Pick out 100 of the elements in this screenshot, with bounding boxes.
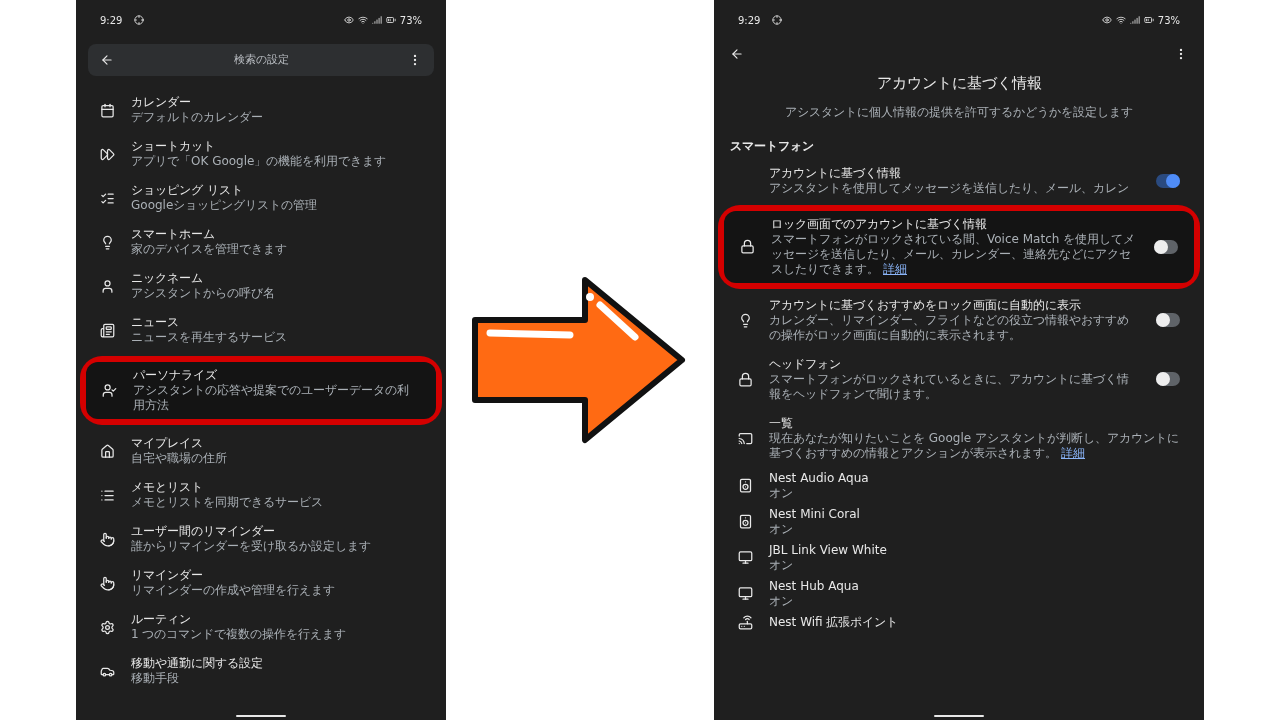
setting-title: ヘッドフォン <box>769 356 842 372</box>
device-row[interactable]: Nest Audio Aqua オン <box>722 467 1196 504</box>
device-row[interactable]: JBL Link View White オン <box>722 539 1196 576</box>
clock: 9:29 <box>100 13 123 28</box>
settings-item[interactable]: ルーティン 1 つのコマンドで複数の操作を行えます <box>84 606 438 648</box>
item-title: スマートホーム <box>131 227 216 242</box>
battery-icon <box>1143 15 1154 25</box>
setting-description: スマートフォンがロックされているときに、アカウントに基づく情報をヘッドフォンで聞けます。 <box>769 371 1130 402</box>
details-link[interactable]: 詳細 <box>883 261 907 276</box>
settings-item[interactable]: ニュース ニュースを再生するサービス <box>84 309 438 351</box>
page-description: アシスタントに個人情報の提供を許可するかどうかを設定します <box>784 103 1134 121</box>
settings-item[interactable]: カレンダー デフォルトのカレンダー <box>84 89 438 131</box>
item-subtitle: 移動手段 <box>131 671 180 686</box>
setting-title: アカウントに基づく情報 <box>769 165 902 181</box>
settings-item[interactable]: ユーザー間のリマインダー 誰からリマインダーを受け取るか設定します <box>84 518 438 560</box>
setting-title: アカウントに基づくおすすめをロック画面に自動的に表示 <box>769 297 1082 313</box>
monitor-icon <box>738 550 753 565</box>
settings-item[interactable]: メモとリスト メモとリストを同期できるサービス <box>84 474 438 516</box>
back-icon[interactable] <box>730 47 744 61</box>
setting-row[interactable]: ヘッドフォン スマートフォンがロックされているときに、アカウントに基づく情報をヘッドフォンで聞けます。 <box>722 350 1196 408</box>
item-title: 移動や通勤に関する設定 <box>131 656 263 671</box>
toggle-switch[interactable] <box>1156 313 1180 327</box>
settings-item[interactable]: パーソナライズ アシスタントの応答や提案でのユーザーデータの利用方法 <box>86 362 436 419</box>
device-name: Nest Mini Coral <box>769 506 860 522</box>
clock: 9:29 <box>738 13 761 28</box>
item-title: カレンダー <box>131 95 192 110</box>
calendar-icon <box>100 102 115 118</box>
item-title: ルーティン <box>131 612 192 627</box>
item-title: メモとリスト <box>131 480 204 495</box>
toggle-switch[interactable] <box>1154 239 1178 254</box>
item-title: ショッピング リスト <box>131 183 244 198</box>
item-title: マイプレイス <box>131 436 204 451</box>
fast-forward-icon <box>100 146 115 162</box>
setting-row[interactable]: アカウントに基づく情報 アシスタントを使用してメッセージを送信したり、メール、カレン <box>722 159 1196 202</box>
lock-icon <box>740 239 755 254</box>
item-title: リマインダー <box>131 568 204 583</box>
cast-icon <box>738 430 753 446</box>
settings-item[interactable]: マイプレイス 自宅や職場の住所 <box>84 430 438 472</box>
list-icon <box>100 190 115 206</box>
monitor-icon <box>738 586 753 601</box>
back-icon[interactable] <box>100 53 114 67</box>
page-title: アカウントに基づく情報 <box>875 73 1043 94</box>
settings-item[interactable]: ショッピング リスト Googleショッピングリストの管理 <box>84 177 438 219</box>
setting-row[interactable]: アカウントに基づくおすすめをロック画面に自動的に表示 カレンダー、リマインダー、フライトなどの役立つ情報やおすすめの操作がロック画面に自動的に表示されます。 <box>722 291 1196 349</box>
list-icon <box>100 487 115 503</box>
item-subtitle: Googleショッピングリストの管理 <box>131 198 318 213</box>
item-title: ニュース <box>131 315 180 330</box>
wifi-icon <box>357 15 368 25</box>
settings-item[interactable]: 移動や通勤に関する設定 移動手段 <box>84 650 438 692</box>
crosshair-icon <box>134 15 145 25</box>
device-row[interactable]: Nest Mini Coral オン <box>722 503 1196 540</box>
setting-description: アシスタントを使用してメッセージを送信したり、メール、カレン <box>769 180 1130 196</box>
battery-icon <box>385 15 396 25</box>
setting-row[interactable]: ロック画面でのアカウントに基づく情報 スマートフォンがロックされている間、Voice Match を使用してメッセージを送信したり、メール、カレンダー、連絡先などにアクセスしたりできます。 詳細 <box>724 210 1194 283</box>
item-subtitle: 誰からリマインダーを受け取るか設定します <box>131 539 371 554</box>
setting-description: スマートフォンがロックされている間、Voice Match を使用してメッセージを送信したり、メール、カレンダー、連絡先などにアクセスしたりできます。 詳細 <box>771 231 1137 277</box>
device-name: JBL Link View White <box>769 542 887 558</box>
battery-percent: 73% <box>1157 13 1180 28</box>
setting-row[interactable]: 一覧 現在あなたが知りたいことを Google アシスタントが判断し、アカウントに基づくおすすめの情報とアクションが表示されます。 詳細 <box>722 409 1196 467</box>
setting-description: 現在あなたが知りたいことを Google アシスタントが判断し、アカウントに基づくおすすめの情報とアクションが表示されます。 詳細 <box>769 430 1180 461</box>
wifi-icon <box>1115 15 1126 25</box>
lightbulb-icon <box>100 234 115 250</box>
person-check-icon <box>102 383 117 398</box>
device-name: Nest Wifi 拡張ポイント <box>769 614 899 630</box>
settings-item[interactable]: ニックネーム アシスタントからの呼び名 <box>84 265 438 307</box>
hand-pointer-icon <box>100 531 115 547</box>
device-row[interactable]: Nest Wifi 拡張ポイント <box>722 611 1196 633</box>
item-title: ユーザー間のリマインダー <box>131 524 276 539</box>
section-heading: スマートフォン <box>729 137 815 155</box>
toggle-switch[interactable] <box>1156 173 1180 188</box>
device-row[interactable]: Nest Hub Aqua オン <box>722 575 1196 612</box>
item-subtitle: メモとリストを同期できるサービス <box>131 495 323 510</box>
crosshair-icon <box>772 15 783 25</box>
item-subtitle: 家のデバイスを管理できます <box>131 242 287 257</box>
toolbar-title: 検索の設定 <box>233 51 289 68</box>
setting-title: 一覧 <box>769 415 794 431</box>
gear-icon <box>100 619 115 635</box>
lock-icon <box>738 371 753 387</box>
item-subtitle: アプリで「OK Google」の機能を利用できます <box>131 154 387 169</box>
hand-pointer-icon <box>100 575 115 591</box>
device-status: オン <box>769 521 794 537</box>
settings-item[interactable]: スマートホーム 家のデバイスを管理できます <box>84 221 438 263</box>
newspaper-icon <box>100 322 115 338</box>
device-name: Nest Audio Aqua <box>769 470 869 486</box>
item-subtitle: 1 つのコマンドで複数の操作を行えます <box>131 627 347 642</box>
eye-icon <box>1101 15 1112 25</box>
toggle-switch[interactable] <box>1156 372 1180 386</box>
setting-description: カレンダー、リマインダー、フライトなどの役立つ情報やおすすめの操作がロック画面に自動的に表示されます。 <box>769 312 1130 343</box>
item-subtitle: 自宅や職場の住所 <box>131 451 227 466</box>
device-status: オン <box>769 485 794 501</box>
item-subtitle: デフォルトのカレンダー <box>131 110 263 125</box>
settings-item[interactable]: ショートカット アプリで「OK Google」の機能を利用できます <box>84 133 438 175</box>
details-link[interactable]: 詳細 <box>1061 445 1085 460</box>
speaker-icon <box>738 478 753 493</box>
settings-item[interactable]: リマインダー リマインダーの作成や管理を行えます <box>84 562 438 604</box>
person-icon <box>100 278 115 294</box>
item-title: ショートカット <box>131 139 216 154</box>
item-subtitle: アシスタントの応答や提案でのユーザーデータの利用方法 <box>133 383 410 413</box>
item-title: パーソナライズ <box>133 368 218 383</box>
speaker-icon <box>738 514 753 529</box>
